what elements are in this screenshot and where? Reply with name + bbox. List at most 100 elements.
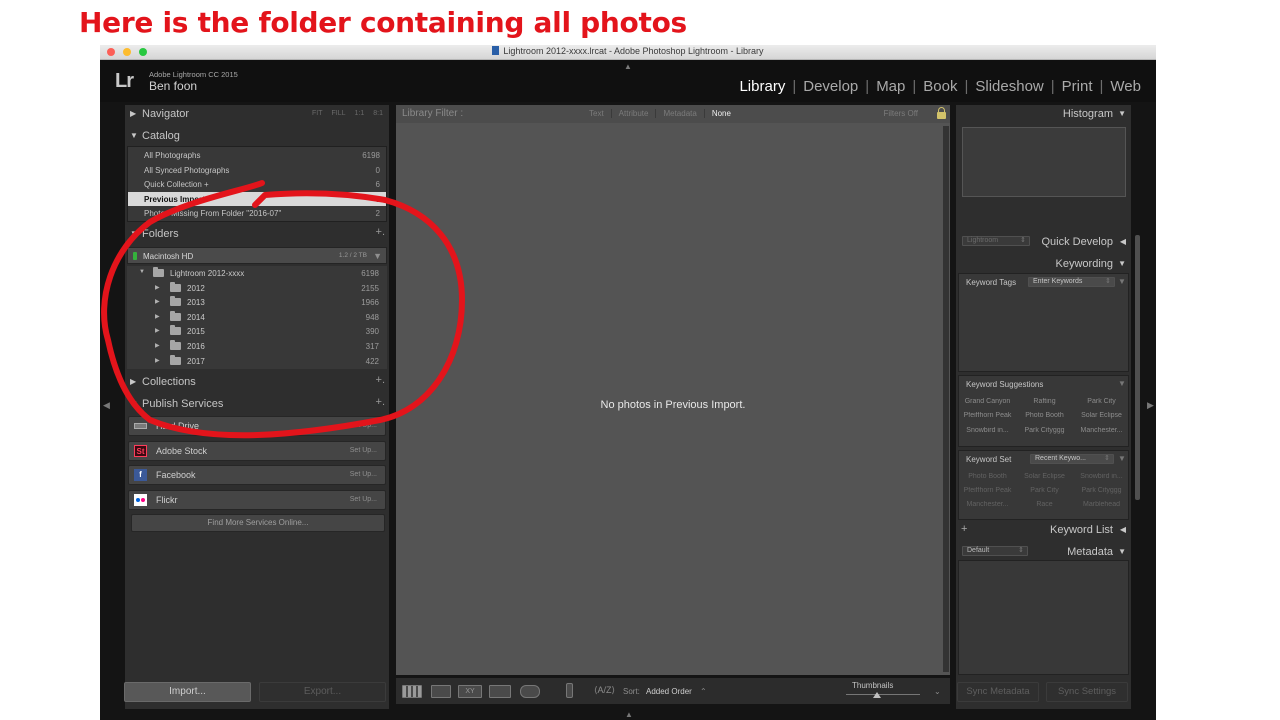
grid-view-icon[interactable] xyxy=(402,685,422,698)
thumbnail-size-slider[interactable] xyxy=(846,694,920,695)
export-button[interactable]: Export... xyxy=(259,682,386,702)
keyword-suggestion[interactable]: Park Cityggg xyxy=(1016,427,1073,434)
disclosure-closed-icon[interactable]: ▶ xyxy=(155,284,160,291)
sort-dropdown-arrow-icon[interactable]: ⌃ xyxy=(700,687,707,696)
folder-row-root[interactable]: ▼ Lightroom 2012-xxxx 6198 xyxy=(127,266,387,281)
import-button[interactable]: Import... xyxy=(124,682,251,702)
keyword-entry-mode-dropdown[interactable]: Enter Keywords ⇕ xyxy=(1028,277,1115,287)
module-print[interactable]: Print xyxy=(1055,78,1100,95)
people-view-icon[interactable] xyxy=(520,685,540,698)
zoom-8-1[interactable]: 8:1 xyxy=(373,110,383,117)
catalog-header[interactable]: ▼ Catalog xyxy=(125,127,389,147)
keyword-set-item[interactable]: Park City xyxy=(1016,487,1073,494)
filter-tab-attribute[interactable]: Attribute xyxy=(612,109,657,118)
publish-service-flickr[interactable]: Flickr Set Up... xyxy=(128,490,386,510)
folder-row[interactable]: ▶ 2016 317 xyxy=(127,339,387,354)
keyword-set-item[interactable]: Park Cityggg xyxy=(1073,487,1130,494)
sort-direction-icon[interactable]: ⟨A/Z⟩ xyxy=(594,685,615,696)
folder-row[interactable]: ▶ 2013 1966 xyxy=(127,295,387,310)
folder-row[interactable]: ▶ 2015 390 xyxy=(127,324,387,339)
collapse-triangle-icon[interactable]: ▼ xyxy=(1118,379,1126,388)
collapse-triangle-icon[interactable]: ▼ xyxy=(1118,454,1126,463)
top-panel-toggle-icon[interactable]: ▲ xyxy=(624,62,632,71)
service-setup-link[interactable]: Set Up... xyxy=(350,496,377,503)
thumbnail-slider-knob[interactable] xyxy=(873,692,881,698)
keywording-header[interactable]: Keywording ▼ xyxy=(956,255,1131,275)
find-more-services-button[interactable]: Find More Services Online... xyxy=(131,514,385,532)
keyword-set-item[interactable]: Pfeiffhorn Peak xyxy=(959,487,1016,494)
volume-menu-icon[interactable]: ▼ xyxy=(373,251,382,261)
filter-tab-none[interactable]: None xyxy=(705,109,738,118)
folder-row[interactable]: ▶ 2014 948 xyxy=(127,310,387,325)
keyword-set-dropdown[interactable]: Recent Keywo... ⇕ xyxy=(1030,454,1114,464)
publish-service-hard-drive[interactable]: Hard Drive Set Up... xyxy=(128,416,386,436)
keyword-tags-menu-icon[interactable]: ▼ xyxy=(1118,277,1126,286)
service-setup-link[interactable]: Set Up... xyxy=(350,422,377,429)
module-web[interactable]: Web xyxy=(1103,78,1148,95)
folder-row[interactable]: ▶ 2017 422 xyxy=(127,354,387,369)
keyword-list-header[interactable]: + Keyword List ◀ xyxy=(956,521,1131,541)
right-panel-toggle-icon[interactable]: ▶ xyxy=(1147,400,1154,411)
sync-settings-button[interactable]: Sync Settings xyxy=(1046,682,1128,702)
module-book[interactable]: Book xyxy=(916,78,964,95)
histogram-header[interactable]: Histogram ▼ xyxy=(956,105,1131,125)
publish-services-header[interactable]: ▼ Publish Services +. xyxy=(125,395,389,415)
module-map[interactable]: Map xyxy=(869,78,912,95)
right-panel-scrollbar[interactable] xyxy=(1135,235,1140,500)
lock-icon[interactable] xyxy=(937,107,946,119)
keyword-set-item[interactable]: Snowbird in... xyxy=(1073,473,1130,480)
volume-bar[interactable]: Macintosh HD 1.2 / 2 TB ▼ xyxy=(127,247,387,264)
keyword-suggestion[interactable]: Solar Eclipse xyxy=(1073,412,1130,419)
add-keyword-button[interactable]: + xyxy=(961,523,967,535)
disclosure-closed-icon[interactable]: ▶ xyxy=(155,327,160,334)
service-setup-link[interactable]: Set Up... xyxy=(350,447,377,454)
keyword-suggestion[interactable]: Snowbird in... xyxy=(959,427,1016,434)
folders-header[interactable]: ▼ Folders +. xyxy=(125,225,389,245)
keyword-suggestion[interactable]: Manchester... xyxy=(1073,427,1130,434)
keyword-suggestion[interactable]: Grand Canyon xyxy=(959,398,1016,405)
navigator-header[interactable]: ▶ Navigator FIT FILL 1:1 8:1 xyxy=(125,105,389,125)
zoom-1-1[interactable]: 1:1 xyxy=(355,110,365,117)
keyword-set-item[interactable]: Manchester... xyxy=(959,501,1016,508)
service-setup-link[interactable]: Set Up... xyxy=(350,471,377,478)
collections-header[interactable]: ▶ Collections +. xyxy=(125,373,389,393)
quick-develop-header[interactable]: Lightroom ⇕ Quick Develop ◀ xyxy=(956,233,1131,253)
filter-tab-text[interactable]: Text xyxy=(582,109,612,118)
catalog-item[interactable]: Photos Missing From Folder "2016-07" 2 xyxy=(128,206,386,221)
zoom-fill[interactable]: FILL xyxy=(332,110,346,117)
keyword-set-item[interactable]: Photo Booth xyxy=(959,473,1016,480)
grid-scrollbar[interactable] xyxy=(943,126,949,672)
disclosure-closed-icon[interactable]: ▶ xyxy=(155,357,160,364)
survey-view-icon[interactable] xyxy=(489,685,511,698)
disclosure-closed-icon[interactable]: ▶ xyxy=(155,342,160,349)
metadata-preset-dropdown[interactable]: Default ⇕ xyxy=(962,546,1028,556)
quick-develop-preset-dropdown[interactable]: Lightroom ⇕ xyxy=(962,236,1030,246)
catalog-item[interactable]: All Synced Photographs 0 xyxy=(128,163,386,178)
keyword-set-item[interactable]: Solar Eclipse xyxy=(1016,473,1073,480)
add-publish-service-button[interactable]: +. xyxy=(376,396,385,408)
zoom-fit[interactable]: FIT xyxy=(312,110,323,117)
keyword-suggestion[interactable]: Park City xyxy=(1073,398,1130,405)
add-collection-button[interactable]: +. xyxy=(376,374,385,386)
publish-service-facebook[interactable]: f Facebook Set Up... xyxy=(128,465,386,485)
filter-tab-metadata[interactable]: Metadata xyxy=(656,109,705,118)
loupe-view-icon[interactable] xyxy=(431,685,451,698)
keyword-suggestion[interactable]: Pfeiffhorn Peak xyxy=(959,412,1016,419)
spray-can-icon[interactable] xyxy=(566,683,573,698)
filmstrip-toggle-icon[interactable]: ▲ xyxy=(625,710,633,719)
sync-metadata-button[interactable]: Sync Metadata xyxy=(957,682,1039,702)
compare-view-icon[interactable]: XY xyxy=(458,685,482,698)
folder-row[interactable]: ▶ 2012 2155 xyxy=(127,281,387,296)
module-slideshow[interactable]: Slideshow xyxy=(968,78,1050,95)
disclosure-closed-icon[interactable]: ▶ xyxy=(155,313,160,320)
catalog-item[interactable]: All Photographs 6198 xyxy=(128,148,386,163)
sort-order-dropdown[interactable]: Added Order xyxy=(646,687,692,696)
catalog-item[interactable]: Quick Collection + 6 xyxy=(128,177,386,192)
disclosure-closed-icon[interactable]: ▶ xyxy=(155,298,160,305)
photo-grid[interactable]: No photos in Previous Import. xyxy=(396,123,950,675)
module-develop[interactable]: Develop xyxy=(796,78,865,95)
module-library[interactable]: Library xyxy=(732,78,792,95)
keyword-suggestion[interactable]: Photo Booth xyxy=(1016,412,1073,419)
add-folder-button[interactable]: +. xyxy=(376,226,385,238)
keyword-suggestion[interactable]: Rafting xyxy=(1016,398,1073,405)
